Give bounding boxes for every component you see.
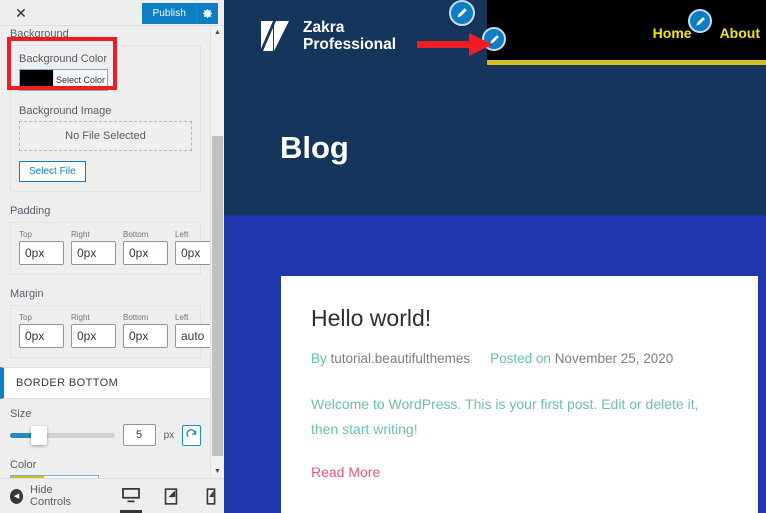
page-title: Blog [280,130,349,165]
pencil-icon-glyph [489,34,499,44]
margin-bottom-label: Bottom [123,313,149,322]
border-size-label: Size [10,408,32,420]
padding-bottom-input[interactable] [123,241,168,265]
padding-right-label: Right [71,230,90,239]
tablet-icon-glyph [164,487,178,505]
posted-on-prefix: Posted on [490,351,551,366]
mobile-icon[interactable] [198,479,224,513]
edit-pencil-icon-header[interactable] [449,0,475,26]
primary-nav-list: Home About [653,0,766,65]
margin-right-label: Right [71,313,90,322]
margin-top-label: Top [19,313,32,322]
reset-icon[interactable] [182,424,201,446]
post-card: Hello world! By tutorial.beautifulthemes… [281,276,758,513]
scrollbar-thumb[interactable] [212,136,223,456]
nav-item-about[interactable]: About [720,25,760,41]
padding-top-input[interactable] [19,241,64,265]
publish-group: Publish [141,3,218,24]
background-image-dropzone[interactable]: No File Selected [19,121,192,151]
padding-fields: Top Right Bottom Left [10,222,220,275]
margin-row: Top Right Bottom Left [19,313,220,348]
read-more-link[interactable]: Read More [311,464,380,480]
site-preview[interactable]: Zakra Professional Home About Blog Hello… [224,0,766,513]
post-author[interactable]: tutorial.beautifulthemes [331,351,471,366]
gear-icon[interactable] [196,3,218,24]
mobile-icon-glyph [206,487,216,505]
customizer-header: ✕ Publish [0,0,224,26]
scroll-down-icon[interactable]: ▼ [211,465,224,478]
post-author-meta: By tutorial.beautifulthemes [311,351,470,366]
padding-row: Top Right Bottom Left [19,230,220,265]
background-color-label: Background Color [19,53,108,65]
padding-right: Right [71,230,116,265]
tablet-icon[interactable] [158,479,184,513]
section-title-margin: Margin [10,288,44,300]
padding-top-label: Top [19,230,32,239]
padding-bottom: Bottom [123,230,168,265]
edit-pencil-icon-logo[interactable] [482,27,506,51]
edit-pencil-icon-nav[interactable] [688,9,712,33]
nav-item-home[interactable]: Home [653,25,692,41]
border-color-label: Color [10,459,37,471]
slider-fill [10,432,32,438]
post-date[interactable]: November 25, 2020 [555,351,674,366]
collapse-arrow-icon: ◀ [10,488,24,504]
content-area: Hello world! By tutorial.beautifulthemes… [224,215,766,513]
by-prefix: By [311,351,327,366]
border-size-row: px [10,424,201,446]
device-preview-buttons [118,479,224,513]
site-brand[interactable]: Zakra Professional [260,19,396,54]
margin-fields: Top Right Bottom Left [10,305,220,358]
brand-line1: Zakra [303,19,345,36]
post-meta: By tutorial.beautifulthemes Posted on No… [311,351,728,366]
customizer-panel: Background Background Color Select Color… [0,26,220,478]
slider-thumb[interactable] [31,425,47,445]
customizer-footer: ◀ Hide Controls [0,478,224,513]
padding-bottom-label: Bottom [123,230,149,239]
post-excerpt: Welcome to WordPress. This is your first… [311,396,699,438]
scroll-up-icon[interactable]: ▲ [211,26,224,39]
hide-controls-button[interactable]: ◀ Hide Controls [0,484,88,508]
margin-bottom: Bottom [123,313,168,348]
border-bottom-size-block: Size px [0,399,211,478]
padding-top: Top [19,230,64,265]
desktop-icon[interactable] [118,479,144,513]
margin-top: Top [19,313,64,348]
background-select-color-button[interactable]: Select Color [53,70,107,90]
margin-right: Right [71,313,116,348]
section-title-background: Background [10,28,69,40]
background-color-swatch[interactable] [20,70,53,90]
gear-icon-glyph [203,9,213,18]
close-button[interactable]: ✕ [4,0,38,26]
pencil-icon-glyph [457,8,467,18]
background-color-picker[interactable]: Select Color [19,69,108,91]
post-title[interactable]: Hello world! [311,305,728,332]
margin-bottom-input[interactable] [123,324,168,348]
customizer-panel-scroll[interactable]: Background Background Color Select Color… [0,26,224,478]
select-file-button[interactable]: Select File [19,161,86,182]
reset-icon-glyph [186,428,197,437]
section-title-padding: Padding [10,205,51,217]
brand-text: Zakra Professional [303,19,396,54]
primary-nav-block[interactable]: Home About [487,0,766,65]
pencil-icon-glyph [695,16,705,26]
margin-top-input[interactable] [19,324,64,348]
border-size-unit: px [163,429,175,441]
margin-right-input[interactable] [71,324,116,348]
padding-right-input[interactable] [71,241,116,265]
customizer-screen: ✕ Publish Background Background Color Se… [0,0,766,513]
accordion-border-bottom[interactable]: BORDER BOTTOM [0,367,211,399]
sidebar-scrollbar[interactable]: ▲ ▼ [210,26,223,478]
desktop-icon-glyph [122,488,140,503]
border-size-slider[interactable] [10,425,115,445]
publish-button[interactable]: Publish [141,3,196,24]
hide-controls-label: Hide Controls [30,484,72,508]
zakra-logo-icon [260,21,289,52]
customizer-sidebar: ✕ Publish Background Background Color Se… [0,0,224,513]
background-fields: Background Color Select Color Background… [10,45,201,192]
brand-line2: Professional [303,36,397,54]
background-image-label: Background Image [19,105,112,117]
border-size-input[interactable] [122,424,156,446]
post-date-meta: Posted on November 25, 2020 [490,351,673,366]
